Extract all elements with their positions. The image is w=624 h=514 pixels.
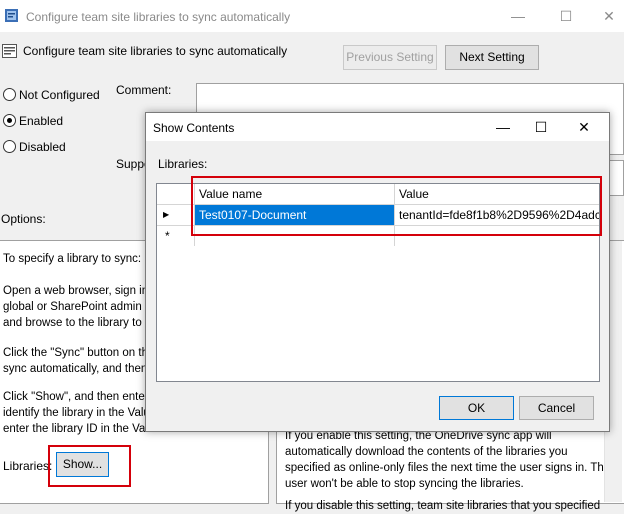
- enabled-radio-dot: [7, 118, 12, 123]
- options-help-p3a: Click the "Sync" button on th: [3, 347, 148, 359]
- setting-header-title: Configure team site libraries to sync au…: [23, 44, 288, 58]
- dialog-close-button[interactable]: ✕: [573, 117, 595, 137]
- policy-app-icon: [5, 9, 18, 22]
- next-setting-button[interactable]: Next Setting: [445, 45, 539, 70]
- show-button[interactable]: Show...: [56, 452, 109, 477]
- maximize-button[interactable]: ☐: [555, 6, 577, 26]
- not-configured-label: Not Configured: [19, 88, 100, 102]
- not-configured-radio[interactable]: [3, 88, 16, 101]
- cancel-button[interactable]: Cancel: [519, 396, 594, 420]
- previous-setting-button[interactable]: Previous Setting: [343, 45, 437, 70]
- dialog-libraries-label: Libraries:: [158, 157, 208, 171]
- row-indicator: ▶: [157, 205, 195, 225]
- options-help-p2a: Open a web browser, sign in: [3, 285, 149, 297]
- options-help-p2b: global or SharePoint admin fo: [3, 301, 155, 313]
- help-text-enable: If you enable this setting, the OneDrive…: [285, 430, 611, 490]
- help-text-disable: If you disable this setting, team site l…: [285, 500, 601, 512]
- window-title: Configure team site libraries to sync au…: [26, 10, 291, 24]
- options-help-p3b: sync automatically, and then: [3, 363, 148, 375]
- setting-icon: [2, 44, 17, 58]
- window-titlebar: Configure team site libraries to sync au…: [0, 0, 624, 32]
- grid-highlight: [191, 176, 602, 236]
- new-row-indicator: *: [157, 226, 195, 246]
- ok-button[interactable]: OK: [439, 396, 514, 420]
- options-label: Options:: [1, 212, 46, 226]
- dialog-title: Show Contents: [153, 121, 235, 135]
- grid-corner: [157, 184, 195, 204]
- options-help-p4b: identify the library in the Valu: [3, 407, 150, 419]
- enabled-radio[interactable]: [3, 114, 16, 127]
- dialog-maximize-button[interactable]: ☐: [530, 117, 552, 137]
- options-help-p1: To specify a library to sync:: [3, 253, 142, 265]
- options-help-p4a: Click "Show", and then enter: [3, 391, 149, 403]
- libraries-label: Libraries:: [3, 459, 53, 473]
- close-button[interactable]: ✕: [598, 6, 620, 26]
- disabled-label: Disabled: [19, 140, 66, 154]
- show-contents-dialog: Show Contents — ☐ ✕ Libraries: Value nam…: [145, 112, 610, 432]
- dialog-titlebar: Show Contents — ☐ ✕: [146, 113, 609, 141]
- minimize-button[interactable]: —: [507, 6, 529, 26]
- comment-label: Comment:: [116, 83, 172, 97]
- enabled-label: Enabled: [19, 114, 64, 128]
- dialog-minimize-button[interactable]: —: [492, 117, 514, 137]
- options-help-p2c: and browse to the library to: [3, 317, 142, 329]
- disabled-radio[interactable]: [3, 140, 16, 153]
